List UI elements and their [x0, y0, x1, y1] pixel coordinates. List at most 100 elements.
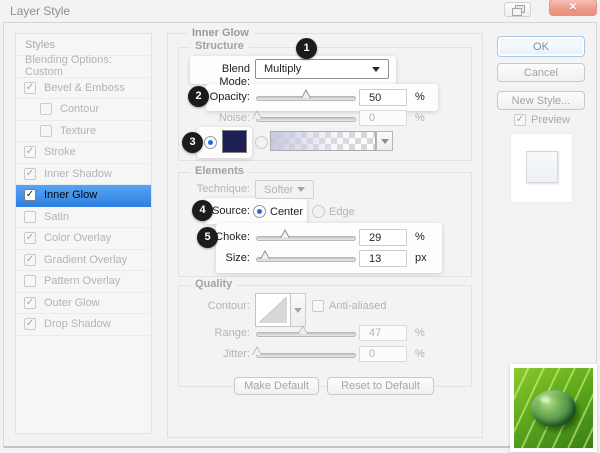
- size-value-input[interactable]: [359, 250, 407, 267]
- checkbox-icon[interactable]: ✓: [24, 146, 36, 159]
- sidebar-item-blending-options[interactable]: Blending Options: Custom: [16, 54, 151, 79]
- sidebar-item-color-overlay[interactable]: ✓ Color Overlay: [16, 228, 151, 250]
- contour-curve-icon: [259, 297, 287, 323]
- sidebar-item-inner-shadow[interactable]: ✓ Inner Shadow: [16, 164, 151, 185]
- sidebar-item-gradient-overlay[interactable]: ✓ Gradient Overlay: [16, 250, 151, 271]
- checkbox-icon[interactable]: ✓: [24, 318, 36, 331]
- elements-legend: Elements: [190, 165, 249, 178]
- sidebar-item-inner-glow[interactable]: ✓ Inner Glow: [16, 185, 151, 207]
- chevron-down-icon: [294, 307, 302, 313]
- checkbox-icon[interactable]: [24, 210, 36, 223]
- source-edge-radio[interactable]: [312, 205, 325, 218]
- slider-thumb[interactable]: [252, 110, 262, 119]
- sidebar-item-stroke[interactable]: ✓ Stroke: [16, 142, 151, 164]
- blend-mode-value: Multiply: [264, 63, 302, 75]
- sidebar-item-label: Bevel & Emboss: [44, 81, 125, 94]
- new-style-button[interactable]: New Style...: [497, 91, 585, 110]
- contour-preview[interactable]: [255, 293, 291, 327]
- noise-unit: %: [415, 112, 425, 124]
- sidebar-item-pattern-overlay[interactable]: Pattern Overlay: [16, 271, 151, 293]
- slider-thumb[interactable]: [298, 325, 309, 334]
- sidebar-item-label: Pattern Overlay: [44, 275, 121, 288]
- close-icon: ✕: [568, 2, 578, 13]
- slider-thumb[interactable]: [280, 229, 291, 238]
- source-center-label: Center: [270, 206, 304, 218]
- checkbox-icon[interactable]: [40, 124, 52, 137]
- choke-unit: %: [415, 231, 425, 243]
- range-slider[interactable]: [256, 325, 356, 337]
- checkbox-icon[interactable]: ✓: [24, 189, 36, 202]
- chevron-down-icon: [380, 138, 389, 144]
- antialiased-checkbox[interactable]: [312, 300, 324, 312]
- sidebar-item-label: Blending Options: Custom: [25, 54, 112, 79]
- ok-button[interactable]: OK: [497, 36, 585, 57]
- opacity-slider[interactable]: [256, 89, 356, 101]
- sidebar-item-outer-glow[interactable]: ✓ Outer Glow: [16, 293, 151, 314]
- annotation-badge-1: 1: [296, 38, 317, 59]
- sidebar-item-label: Color Overlay: [44, 232, 112, 245]
- range-unit: %: [415, 327, 425, 339]
- checkbox-icon[interactable]: ✓: [24, 253, 36, 266]
- size-unit: px: [415, 252, 427, 264]
- window-title: Layer Style: [10, 4, 71, 18]
- checkbox-icon[interactable]: ✓: [24, 81, 36, 94]
- style-preview-swatch: [526, 151, 558, 183]
- close-button[interactable]: ✕: [549, 0, 597, 16]
- jitter-label: Jitter:: [223, 348, 250, 360]
- checkbox-icon[interactable]: ✓: [24, 296, 36, 309]
- contour-label: Contour:: [207, 300, 250, 312]
- glow-gradient-bar[interactable]: [270, 131, 376, 151]
- sidebar-item-label: Gradient Overlay: [44, 253, 128, 266]
- gradient-picker-button[interactable]: [376, 131, 393, 151]
- technique-dropdown[interactable]: Softer: [255, 180, 314, 199]
- contour-picker-button[interactable]: [291, 293, 306, 327]
- source-center-radio[interactable]: [253, 205, 266, 218]
- glow-gradient-radio[interactable]: [255, 136, 268, 149]
- slider-thumb[interactable]: [259, 250, 270, 259]
- annotation-badge-5: 5: [197, 227, 218, 248]
- choke-slider[interactable]: [256, 229, 356, 241]
- slider-thumb[interactable]: [301, 89, 311, 98]
- noise-slider[interactable]: [252, 110, 356, 122]
- sidebar-item-bevel-emboss[interactable]: ✓ Bevel & Emboss: [16, 78, 151, 99]
- structure-legend: Structure: [190, 40, 249, 53]
- restore-window-button[interactable]: [504, 2, 531, 17]
- size-slider[interactable]: [256, 250, 356, 262]
- noise-value-input[interactable]: [359, 110, 407, 126]
- make-default-button[interactable]: Make Default: [234, 377, 319, 395]
- leaf-photo: [514, 368, 593, 448]
- sidebar-item-texture[interactable]: Texture: [16, 121, 151, 142]
- quality-legend: Quality: [190, 278, 238, 291]
- choke-value-input[interactable]: [359, 229, 407, 246]
- opacity-value-input[interactable]: [359, 89, 407, 106]
- range-label: Range:: [214, 327, 250, 339]
- sidebar-item-contour[interactable]: Contour: [16, 99, 151, 121]
- cancel-button[interactable]: Cancel: [497, 63, 585, 82]
- jitter-unit: %: [415, 348, 425, 360]
- jitter-slider[interactable]: [252, 346, 356, 358]
- blend-mode-dropdown[interactable]: Multiply: [255, 59, 389, 79]
- preview-label: Preview: [531, 114, 571, 126]
- checkbox-icon[interactable]: [40, 103, 52, 116]
- sidebar-item-label: Texture: [60, 124, 97, 137]
- range-value-input[interactable]: [359, 325, 407, 341]
- slider-thumb[interactable]: [252, 346, 262, 355]
- sidebar-item-drop-shadow[interactable]: ✓ Drop Shadow: [16, 314, 151, 336]
- preview-checkbox[interactable]: ✓: [514, 114, 526, 126]
- checkbox-icon[interactable]: ✓: [24, 167, 36, 180]
- glow-color-radio[interactable]: [204, 136, 217, 149]
- reset-to-default-button[interactable]: Reset to Default: [327, 377, 434, 395]
- sidebar-item-label: Stroke: [44, 146, 76, 159]
- checkbox-icon[interactable]: [24, 275, 36, 288]
- sidebar-item-satin[interactable]: Satin: [16, 207, 151, 228]
- styles-sidebar: Styles Blending Options: Custom ✓ Bevel …: [15, 33, 152, 434]
- chevron-down-icon: [372, 66, 380, 72]
- annotation-badge-2: 2: [188, 86, 209, 107]
- glow-color-swatch[interactable]: [222, 130, 247, 153]
- leaf-thumbnail: [510, 364, 597, 452]
- checkbox-icon[interactable]: ✓: [24, 232, 36, 245]
- source-edge-label: Edge: [329, 206, 355, 218]
- jitter-value-input[interactable]: [359, 346, 407, 362]
- sidebar-item-label: Contour: [60, 103, 100, 116]
- annotation-badge-3: 3: [182, 132, 203, 153]
